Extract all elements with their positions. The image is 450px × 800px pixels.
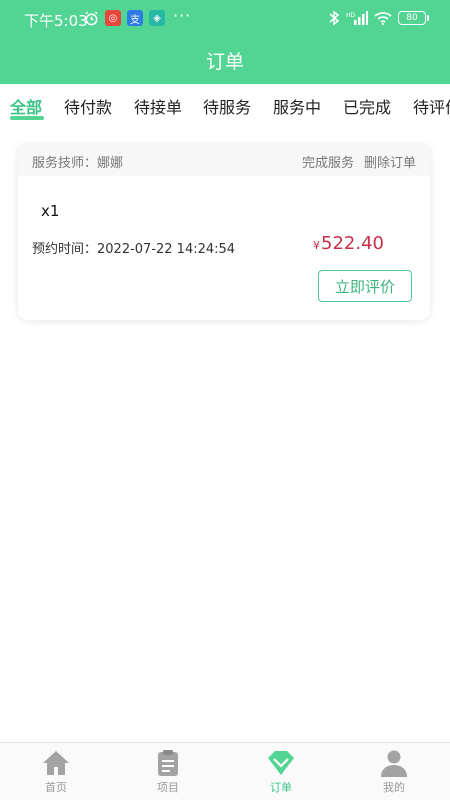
order-quantity: x1 [41,202,60,220]
music-app-icon: ◎ [105,10,121,26]
bluetooth-icon [329,10,340,26]
bottom-navigation: 首页 项目 订单 我的 [0,742,450,800]
clipboard-icon [158,750,178,776]
tab-completed[interactable]: 已完成 [343,94,391,118]
top-bar: 下午5:03 ◎ 支 ◈ ··· HD 80 订单 [0,0,450,84]
diamond-icon [268,751,294,775]
more-notifications-icon: ··· [173,6,192,25]
order-card[interactable]: 服务技师：娜娜 完成服务 删除订单 x1 预约时间：2022-07-22 14:… [18,144,430,320]
active-tab-indicator [10,116,44,120]
security-app-icon: ◈ [149,10,165,26]
status-time: 下午5:03 [24,12,88,30]
wifi-icon [374,12,392,25]
person-icon [381,750,407,777]
svg-text:HD: HD [346,12,356,19]
currency-symbol: ¥ [313,239,321,252]
alipay-app-icon: 支 [127,10,143,26]
nav-projects[interactable]: 项目 [128,749,208,795]
tab-all[interactable]: 全部 [10,94,42,118]
nav-projects-label: 项目 [157,781,179,794]
delete-order-link[interactable]: 删除订单 [364,152,416,171]
alarm-icon [85,10,98,25]
nav-orders[interactable]: 订单 [241,749,321,795]
home-icon [43,751,69,775]
tab-pending-review[interactable]: 待评价 [413,94,450,118]
cellular-signal-icon: HD [346,11,368,25]
status-bar: 下午5:03 ◎ 支 ◈ ··· HD 80 [0,0,450,38]
page-title: 订单 [205,51,244,73]
tab-pending-service[interactable]: 待服务 [203,94,251,118]
complete-service-link[interactable]: 完成服务 [302,152,354,171]
nav-home-label: 首页 [45,781,67,794]
nav-profile-label: 我的 [383,781,405,794]
nav-profile[interactable]: 我的 [354,749,434,795]
price-value: 522.40 [321,233,384,254]
rate-now-button[interactable]: 立即评价 [318,270,412,302]
status-notification-icons: ◎ 支 ◈ [84,10,165,26]
status-system-icons: HD 80 [328,10,429,26]
technician-label: 服务技师：娜娜 [32,156,124,171]
battery-icon: 80 [398,11,429,25]
tab-pending-acceptance[interactable]: 待接单 [134,94,182,118]
tab-pending-payment[interactable]: 待付款 [64,94,112,118]
nav-orders-label: 订单 [270,781,292,794]
appointment-time: 预约时间：2022-07-22 14:24:54 [32,242,236,257]
order-card-header: 服务技师：娜娜 完成服务 删除订单 [18,144,430,176]
order-price: ¥522.40 [313,233,384,254]
nav-home[interactable]: 首页 [16,749,96,795]
order-status-tabs: 全部 待付款 待接单 待服务 服务中 已完成 待评价 [0,84,450,128]
order-actions: 完成服务 删除订单 [302,152,416,171]
tab-in-service[interactable]: 服务中 [273,94,321,118]
